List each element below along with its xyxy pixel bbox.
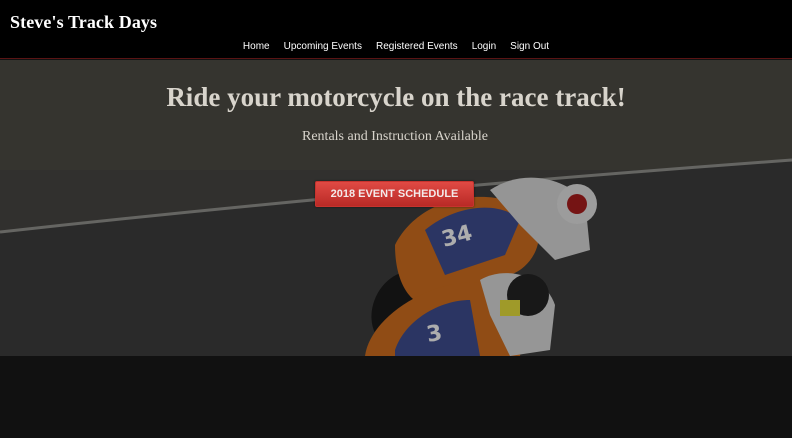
hero-subtitle: Rentals and Instruction Available (302, 129, 488, 144)
nav-home-link[interactable]: Home (243, 41, 270, 52)
nav-signout-link[interactable]: Sign Out (510, 41, 549, 52)
page-footer-area (0, 356, 792, 438)
nav-registered-events-link[interactable]: Registered Events (376, 41, 458, 52)
nav-login-link[interactable]: Login (472, 41, 496, 52)
nav-upcoming-events-link[interactable]: Upcoming Events (284, 41, 362, 52)
hero-banner: 34 3 Ride your motorcycle on the race tr… (0, 60, 792, 356)
site-brand[interactable]: Steve's Track Days (10, 12, 157, 33)
main-nav: Home Upcoming Events Registered Events L… (0, 41, 792, 52)
hero-title: Ride your motorcycle on the race track! (166, 82, 626, 112)
event-schedule-button[interactable]: 2018 EVENT SCHEDULE (315, 181, 474, 207)
top-navbar: Steve's Track Days Home Upcoming Events … (0, 0, 792, 59)
